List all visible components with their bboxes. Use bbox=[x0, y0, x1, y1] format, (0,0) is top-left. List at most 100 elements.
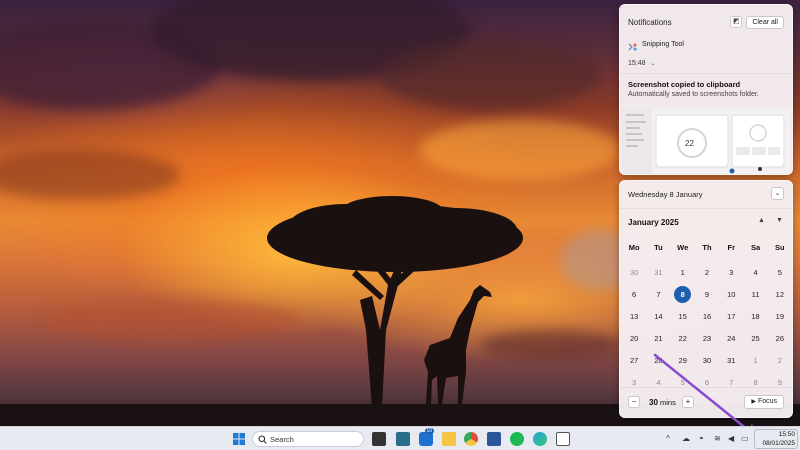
edge-icon[interactable] bbox=[533, 432, 547, 446]
calendar-day[interactable]: 31 bbox=[646, 261, 670, 283]
clear-all-button[interactable]: Clear all bbox=[746, 15, 784, 29]
calendar-day[interactable]: 30 bbox=[695, 349, 719, 371]
focus-button[interactable]: ▶ Focus bbox=[744, 395, 784, 409]
calendar-day[interactable]: 19 bbox=[768, 305, 792, 327]
focus-label: Focus bbox=[757, 398, 777, 405]
calendar-date-header: Wednesday 8 January bbox=[628, 190, 703, 199]
weekday-header-row: Mo Tu We Th Fr Sa Su bbox=[622, 239, 792, 261]
calendar-day[interactable]: 6 bbox=[622, 283, 646, 305]
collapse-calendar-button[interactable]: ⌄ bbox=[771, 187, 784, 200]
next-month-icon[interactable]: ▼ bbox=[776, 217, 783, 224]
headset-icon[interactable]: ◓ bbox=[699, 434, 704, 443]
taskbar: Search 10 ^ ☁ ◓ ≋ ◀ ▭ 15:50 08/01/2025 bbox=[0, 426, 800, 450]
chevron-down-icon[interactable]: ⌄ bbox=[651, 60, 656, 67]
weekday-label: Sa bbox=[750, 242, 761, 252]
calendar-day[interactable]: 2 bbox=[695, 261, 719, 283]
taskbar-clock[interactable]: 15:50 08/01/2025 bbox=[754, 429, 798, 449]
weekday-label: Th bbox=[702, 242, 712, 252]
focus-duration: 30 mins bbox=[649, 398, 676, 407]
snipping-tool-icon bbox=[628, 39, 638, 51]
weekday-label: Su bbox=[775, 242, 785, 252]
word-icon[interactable] bbox=[487, 432, 501, 446]
outlook-icon[interactable]: 10 bbox=[419, 428, 434, 446]
clock-time: 15:50 bbox=[778, 431, 795, 438]
thumbnail-minutes: 22 bbox=[685, 139, 694, 148]
calendar-day[interactable]: 18 bbox=[743, 305, 767, 327]
calendar-day[interactable]: 26 bbox=[768, 327, 792, 349]
calendar-day[interactable]: 27 bbox=[622, 349, 646, 371]
calendar-day[interactable]: 30 bbox=[622, 261, 646, 283]
notification-title: Notifications bbox=[628, 17, 672, 27]
calendar-day[interactable]: 10 bbox=[719, 283, 743, 305]
calendar-day[interactable]: 24 bbox=[719, 327, 743, 349]
calendar-day[interactable]: 17 bbox=[719, 305, 743, 327]
battery-icon[interactable]: ▭ bbox=[741, 434, 749, 443]
calendar-day[interactable]: 5 bbox=[768, 261, 792, 283]
previous-month-icon[interactable]: ▲ bbox=[758, 217, 765, 224]
calendar-day[interactable]: 13 bbox=[622, 305, 646, 327]
calendar-day[interactable]: 1 bbox=[671, 261, 695, 283]
spotify-icon[interactable] bbox=[510, 432, 524, 446]
notification-subtext: Automatically saved to screenshots folde… bbox=[628, 91, 759, 98]
volume-icon[interactable]: ◀ bbox=[728, 434, 734, 443]
wifi-icon[interactable]: ≋ bbox=[714, 434, 721, 443]
calendar-week-row: 6 7 8 9 10 11 12 bbox=[622, 283, 792, 305]
month-label[interactable]: January 2025 bbox=[628, 218, 679, 227]
calendar-week-row: 27 28 29 30 31 1 2 bbox=[622, 349, 792, 371]
calendar-day[interactable]: 31 bbox=[719, 349, 743, 371]
notification-app-row: Snipping Tool bbox=[628, 38, 684, 51]
calendar-day[interactable]: 9 bbox=[695, 283, 719, 305]
weekday-label: Mo bbox=[628, 242, 640, 252]
taskbar-search[interactable]: Search bbox=[252, 431, 364, 447]
calendar-day[interactable]: 2 bbox=[768, 349, 792, 371]
calendar-day[interactable]: 28 bbox=[646, 349, 670, 371]
focus-unit: mins bbox=[660, 398, 676, 407]
file-explorer-icon[interactable] bbox=[442, 432, 456, 446]
increase-minutes-button[interactable]: + bbox=[682, 396, 694, 408]
notification-heading[interactable]: Screenshot copied to clipboard bbox=[628, 80, 740, 89]
notification-count-badge: 10 bbox=[425, 428, 434, 434]
notification-app-name: Snipping Tool bbox=[642, 40, 684, 48]
calendar-grid: Mo Tu We Th Fr Sa Su 30 31 1 2 3 4 5 6 7 8 9 10 11 12 13 14 15 1… bbox=[622, 239, 792, 393]
calendar-day[interactable]: 11 bbox=[743, 283, 767, 305]
play-icon: ▶ bbox=[751, 399, 756, 405]
calendar-day[interactable]: 12 bbox=[768, 283, 792, 305]
search-placeholder: Search bbox=[270, 435, 294, 444]
notification-time: 15:48 bbox=[628, 60, 646, 67]
thumbnail-preview: 22 bbox=[622, 109, 790, 174]
decrease-minutes-button[interactable]: − bbox=[628, 396, 640, 408]
calendar-day[interactable]: 23 bbox=[695, 327, 719, 349]
calendar-day[interactable]: 25 bbox=[743, 327, 767, 349]
screenshot-thumbnail[interactable]: 22 bbox=[622, 109, 790, 174]
widgets-app-icon[interactable] bbox=[396, 432, 410, 446]
calendar-day[interactable]: 1 bbox=[743, 349, 767, 371]
snipping-tool-taskbar-icon[interactable] bbox=[556, 432, 570, 446]
calendar-day[interactable]: 14 bbox=[646, 305, 670, 327]
task-view-icon[interactable] bbox=[372, 432, 386, 446]
calendar-week-row: 30 31 1 2 3 4 5 bbox=[622, 261, 792, 283]
calendar-day-today[interactable]: 8 bbox=[671, 283, 695, 305]
calendar-day[interactable]: 20 bbox=[622, 327, 646, 349]
do-not-disturb-icon[interactable]: ◩ bbox=[730, 16, 743, 28]
chevron-up-icon[interactable]: ^ bbox=[666, 434, 670, 443]
calendar-day[interactable]: 22 bbox=[671, 327, 695, 349]
calendar-day[interactable]: 16 bbox=[695, 305, 719, 327]
calendar-day[interactable]: 4 bbox=[743, 261, 767, 283]
windows-logo-icon[interactable] bbox=[232, 432, 246, 446]
search-icon bbox=[258, 435, 267, 444]
calendar-day[interactable]: 15 bbox=[671, 305, 695, 327]
focus-minutes: 30 bbox=[649, 398, 658, 407]
today-marker: 8 bbox=[674, 285, 692, 303]
calendar-day[interactable]: 29 bbox=[671, 349, 695, 371]
calendar-flyout: Wednesday 8 January ⌄ January 2025 ▲ ▼ M… bbox=[619, 180, 793, 418]
divider bbox=[620, 73, 792, 74]
calendar-day[interactable]: 7 bbox=[646, 283, 670, 305]
calendar-week-row: 13 14 15 16 17 18 19 bbox=[622, 305, 792, 327]
notification-header: Notifications ◩ Clear all bbox=[628, 13, 784, 31]
chrome-icon[interactable] bbox=[464, 432, 478, 446]
notification-time-row[interactable]: 15:48 ⌄ bbox=[628, 60, 656, 67]
focus-session-bar: − 30 mins + ▶ Focus bbox=[620, 387, 792, 417]
onedrive-icon[interactable]: ☁ bbox=[682, 434, 690, 443]
calendar-day[interactable]: 21 bbox=[646, 327, 670, 349]
calendar-day[interactable]: 3 bbox=[719, 261, 743, 283]
